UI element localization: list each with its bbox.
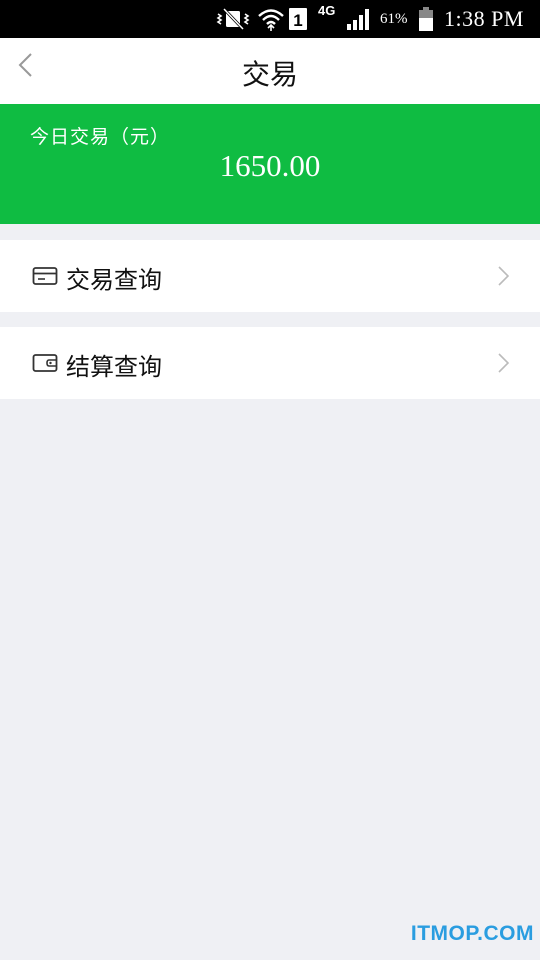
today-transactions-amount: 1650.00	[219, 148, 321, 183]
menu-item-label: 交易查询	[66, 266, 162, 294]
card-icon	[32, 265, 58, 287]
today-summary-banner: 今日交易（元） 1650.00	[0, 104, 540, 224]
battery-percent: 61%	[380, 10, 408, 27]
watermark: ITMOP.COM	[410, 922, 534, 945]
network-type: 4G	[318, 2, 336, 18]
sim-slot-number: 1	[293, 11, 302, 30]
today-transactions-label: 今日交易（元）	[30, 126, 171, 148]
chevron-right-icon	[496, 265, 510, 287]
menu-item-transaction-query[interactable]: 交易查询	[0, 240, 540, 312]
battery-icon	[418, 0, 438, 38]
menu-item-label: 结算查询	[66, 353, 162, 381]
app-header: 交易	[0, 38, 540, 104]
wifi-icon	[258, 0, 286, 38]
page-title: 交易	[241, 58, 298, 91]
wallet-icon	[32, 352, 58, 374]
menu-item-settlement-query[interactable]: 结算查询	[0, 327, 540, 399]
vibrate-icon	[216, 0, 256, 38]
clock: 1:38 PM	[444, 6, 524, 31]
signal-icon	[346, 0, 374, 38]
status-bar: 1 4G 61% 1:38 PM	[0, 0, 540, 38]
chevron-right-icon	[496, 352, 510, 374]
sim-slot-icon: 1	[288, 0, 308, 38]
